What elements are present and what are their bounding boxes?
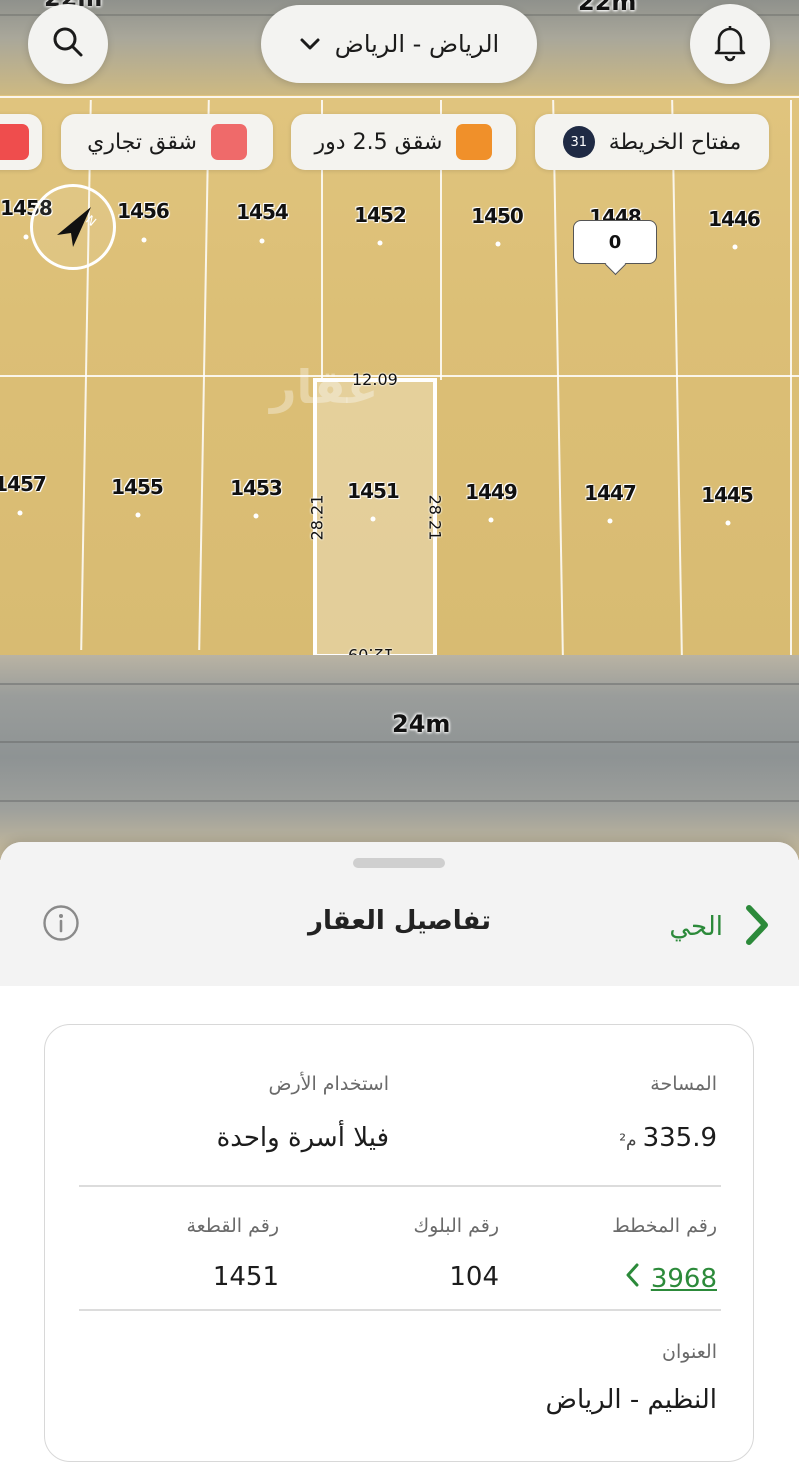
drag-handle[interactable] [353,858,445,868]
dimension-right: 28.21 [425,494,445,541]
legend-map-key[interactable]: مفتاح الخريطة 31 [535,114,769,170]
plot-label[interactable]: 1447 [584,481,637,505]
legend-label: شقق 2.5 دور [314,129,443,155]
plot-label[interactable]: 1446 [708,207,761,231]
bottom-road-label: 24m [392,710,451,738]
plot-label[interactable]: 1452 [354,203,407,227]
area-unit: م² [619,1131,637,1151]
address-value: النظيم - الرياض [545,1385,717,1415]
block-number-value: 104 [449,1262,499,1292]
legend-chip-partial[interactable] [0,114,42,170]
legend-label: مفتاح الخريطة [608,129,742,155]
divider [79,1185,721,1187]
plot-label[interactable]: 1451 [347,479,400,503]
plot-label[interactable]: 1455 [111,475,164,499]
land-use-value: فيلا أسرة واحدة [216,1123,389,1153]
district-link[interactable]: الحي [669,902,773,952]
plot-label[interactable]: 1445 [701,483,754,507]
area-label: المساحة [650,1073,717,1095]
divider [79,1309,721,1311]
land-use-label: استخدام الأرض [268,1073,389,1095]
district-label: الحي [669,912,723,942]
details-card: المساحة 335.9 م² استخدام الأرض فيلا أسرة… [44,1024,754,1462]
area-value: 335.9 [642,1123,717,1153]
plan-number-link[interactable]: 3968 [625,1262,717,1295]
area-value-group: 335.9 م² [619,1123,717,1153]
notifications-button[interactable] [690,4,770,84]
legend-swatch [456,124,493,160]
plot-label[interactable]: 1453 [230,476,283,500]
legend-count-badge: 31 [562,126,595,158]
plot-label[interactable]: 1454 [236,200,289,224]
map-view[interactable]: 22m 22m عقار 1458 1456 1454 1452 1450 14… [0,0,799,860]
search-button[interactable] [28,4,108,84]
compass-icon[interactable]: N [30,184,116,270]
legend-swatch [210,124,247,160]
plan-number-label: رقم المخطط [612,1215,717,1237]
city-selector[interactable]: الرياض - الرياض [261,5,537,83]
dimension-top: 12.09 [352,370,398,389]
plot-number-label: رقم القطعة [186,1215,279,1237]
dimension-left: 28.21 [307,494,327,541]
address-label: العنوان [661,1341,717,1363]
plot-label[interactable]: 1457 [0,472,47,496]
plot-count-tooltip: 0 [573,220,657,264]
city-selector-label: الرياض - الرياض [334,30,500,58]
block-number-label: رقم البلوك [413,1215,499,1237]
top-road-label: 22m [578,0,637,16]
bell-icon [711,22,749,66]
search-icon [50,24,86,64]
legend-commercial-apartments[interactable]: شقق تجاري [61,114,273,170]
bottom-road [0,655,799,860]
legend-label: شقق تجاري [87,129,197,155]
plot-label[interactable]: 1449 [465,480,518,504]
chevron-down-icon [299,32,321,57]
plan-number-value[interactable]: 3968 [651,1264,717,1294]
plot-label[interactable]: 1456 [117,199,170,223]
legend-apartments-2-5-floors[interactable]: شقق 2.5 دور [291,114,516,170]
legend-swatch [0,124,29,160]
property-details-sheet: تفاصيل العقار الحي المساحة 335.9 م² استخ… [0,842,799,1470]
plot-label[interactable]: 1450 [471,204,524,228]
chevron-left-icon [625,1262,641,1295]
plot-number-value: 1451 [212,1262,279,1292]
chevron-right-icon [741,902,773,952]
